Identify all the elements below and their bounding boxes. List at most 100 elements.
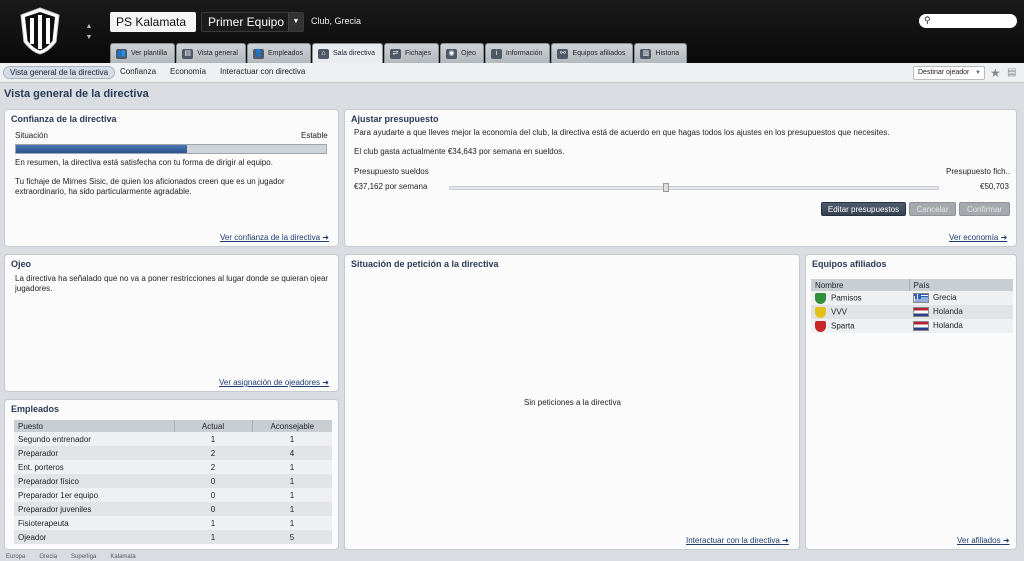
staff-role: Fisioterapeuta bbox=[14, 516, 174, 530]
tab-fichajes[interactable]: ⇄ Fichajes bbox=[384, 43, 440, 63]
transfer-budget-label: Presupuesto fich.. bbox=[946, 167, 1011, 176]
favorite-star-icon[interactable]: ★ bbox=[990, 66, 1001, 80]
view-affiliates-link[interactable]: Ver afiliados ➜ bbox=[957, 536, 1010, 545]
view-finances-link[interactable]: Ver economía ➜ bbox=[949, 233, 1007, 242]
confidence-bar-fill bbox=[16, 145, 187, 153]
staff-recommended: 1 bbox=[252, 502, 332, 516]
team-select-value: Primer Equipo bbox=[208, 15, 285, 29]
tab-ojeo[interactable]: ◉ Ojeo bbox=[440, 43, 484, 63]
column-header[interactable]: País bbox=[909, 279, 1013, 291]
breadcrumb-item[interactable]: Europa bbox=[6, 554, 25, 560]
table-row[interactable]: Sparta Holanda bbox=[811, 319, 1013, 333]
scouting-text: La directiva ha señalado que no va a pon… bbox=[15, 274, 329, 293]
staff-role: Ojeador bbox=[14, 530, 174, 544]
chevron-down-icon[interactable]: ▼ bbox=[288, 13, 303, 31]
search-input[interactable]: ⚲ bbox=[919, 14, 1017, 28]
tab-sala-directiva[interactable]: ⌂ Sala directiva bbox=[311, 43, 383, 64]
column-header[interactable]: Puesto bbox=[14, 420, 175, 432]
transfer-budget-value: €50,703 bbox=[980, 182, 1009, 191]
interact-board-link[interactable]: Interactuar con la directiva ➜ bbox=[686, 536, 789, 545]
greece-flag-icon bbox=[913, 293, 929, 303]
tab-vista-general[interactable]: ▤ Vista general bbox=[176, 43, 246, 63]
table-row[interactable]: Preparador 1er equipo 0 1 bbox=[14, 488, 332, 502]
tab-historia[interactable]: ▥ Historia bbox=[634, 43, 688, 63]
club-badge-icon bbox=[815, 320, 826, 332]
subnav-interact[interactable]: Interactuar con directiva bbox=[220, 67, 305, 76]
staff-current: 2 bbox=[174, 446, 252, 460]
assign-scout-label: Destinar ojeador bbox=[918, 69, 970, 76]
top-bar: ▲ ▼ PS Kalamata Primer Equipo ▼ Club, Gre… bbox=[0, 0, 1024, 64]
staff-recommended: 1 bbox=[252, 460, 332, 474]
budget-slider-handle[interactable] bbox=[663, 183, 669, 192]
cancel-button[interactable]: Cancelar bbox=[909, 202, 956, 216]
table-row[interactable]: Preparador juveniles 0 1 bbox=[14, 502, 332, 516]
column-header[interactable]: Aconsejable bbox=[252, 420, 332, 432]
table-row[interactable]: Ojeador 1 5 bbox=[14, 530, 332, 544]
info-icon: i bbox=[490, 48, 502, 59]
history-icon: ▥ bbox=[640, 48, 652, 59]
staff-current: 2 bbox=[174, 460, 252, 474]
club-name[interactable]: PS Kalamata bbox=[110, 12, 196, 32]
affiliate-country[interactable]: Grecia bbox=[933, 293, 957, 302]
table-row[interactable]: Segundo entrenador 1 1 bbox=[14, 432, 332, 446]
arrow-right-icon: ➜ bbox=[1000, 233, 1008, 242]
breadcrumb: Europa Grecia Superliga Kalamata bbox=[0, 554, 1024, 561]
tab-label: Sala directiva bbox=[332, 50, 375, 57]
affiliate-name[interactable]: Sparta bbox=[831, 321, 855, 330]
affiliate-name[interactable]: Pamisos bbox=[831, 293, 862, 302]
budget-slider[interactable] bbox=[449, 186, 939, 190]
tab-información[interactable]: i Información bbox=[484, 43, 551, 63]
team-select[interactable]: Primer Equipo ▼ bbox=[201, 12, 304, 32]
subnav-confidence[interactable]: Confianza bbox=[120, 67, 156, 76]
breadcrumb-item[interactable]: Grecia bbox=[39, 554, 57, 560]
table-row[interactable]: Preparador 2 4 bbox=[14, 446, 332, 460]
affiliates-icon: ⚯ bbox=[557, 48, 569, 59]
view-confidence-link[interactable]: Ver confianza de la directiva ➜ bbox=[220, 233, 329, 242]
situation-label: Situación bbox=[15, 131, 48, 140]
staff-current: 0 bbox=[174, 502, 252, 516]
view-scout-assignments-link[interactable]: Ver asignación de ojeadores ➜ bbox=[219, 378, 329, 387]
confidence-bar bbox=[15, 144, 327, 154]
chevron-down-icon: ▼ bbox=[975, 70, 981, 76]
tab-ver-plantilla[interactable]: 👥 Ver plantilla bbox=[110, 43, 176, 63]
affiliate-country[interactable]: Holanda bbox=[933, 321, 963, 330]
staff-recommended: 1 bbox=[252, 488, 332, 502]
search-icon: ⚲ bbox=[924, 15, 931, 25]
staff-recommended: 1 bbox=[252, 474, 332, 488]
staff-icon: 👤 bbox=[252, 48, 264, 59]
confirm-button[interactable]: Confirmar bbox=[959, 202, 1010, 216]
wage-spend-text: El club gasta actualmente €34,643 por se… bbox=[354, 147, 565, 156]
staff-role: Preparador juveniles bbox=[14, 502, 174, 516]
table-row[interactable]: Pamisos Grecia bbox=[811, 291, 1013, 305]
tab-empleados[interactable]: 👤 Empleados bbox=[246, 43, 311, 63]
breadcrumb-item[interactable]: Superliga bbox=[71, 554, 96, 560]
table-row[interactable]: VVV Holanda bbox=[811, 305, 1013, 319]
edit-budgets-button[interactable]: Editar presupuestos bbox=[821, 202, 906, 216]
club-switch-arrows-icon[interactable]: ▲ ▼ bbox=[84, 21, 94, 43]
subnav-finances[interactable]: Economía bbox=[170, 67, 206, 76]
club-crest-icon[interactable] bbox=[18, 6, 62, 56]
staff-recommended: 4 bbox=[252, 446, 332, 460]
staff-panel: Empleados Puesto Actual Aconsejable Segu… bbox=[4, 399, 339, 550]
column-header[interactable]: Nombre bbox=[811, 279, 910, 291]
tab-equipos-afiliados[interactable]: ⚯ Equipos afiliados bbox=[551, 43, 634, 63]
column-header[interactable]: Actual bbox=[174, 420, 253, 432]
tab-label: Historia bbox=[655, 49, 680, 57]
netherlands-flag-icon bbox=[913, 307, 929, 317]
netherlands-flag-icon bbox=[913, 321, 929, 331]
assign-scout-select[interactable]: Destinar ojeador ▼ bbox=[913, 66, 985, 80]
table-row[interactable]: Ent. porteros 2 1 bbox=[14, 460, 332, 474]
transfers-icon: ⇄ bbox=[390, 48, 401, 59]
affiliate-name[interactable]: VVV bbox=[831, 307, 847, 316]
panel-title: Ojeo bbox=[11, 259, 32, 269]
affiliate-country[interactable]: Holanda bbox=[933, 307, 963, 316]
club-badge-icon bbox=[815, 306, 826, 318]
breadcrumb-item[interactable]: Kalamata bbox=[110, 554, 135, 560]
subnav-board-overview[interactable]: Vista general de la directiva bbox=[3, 66, 116, 79]
add-page-icon[interactable]: ▤ bbox=[1007, 67, 1016, 78]
staff-role: Segundo entrenador bbox=[14, 432, 174, 446]
staff-current: 0 bbox=[174, 488, 252, 502]
tab-label: Vista general bbox=[197, 49, 238, 57]
table-row[interactable]: Fisioterapeuta 1 1 bbox=[14, 516, 332, 530]
table-row[interactable]: Preparador físico 0 1 bbox=[14, 474, 332, 488]
